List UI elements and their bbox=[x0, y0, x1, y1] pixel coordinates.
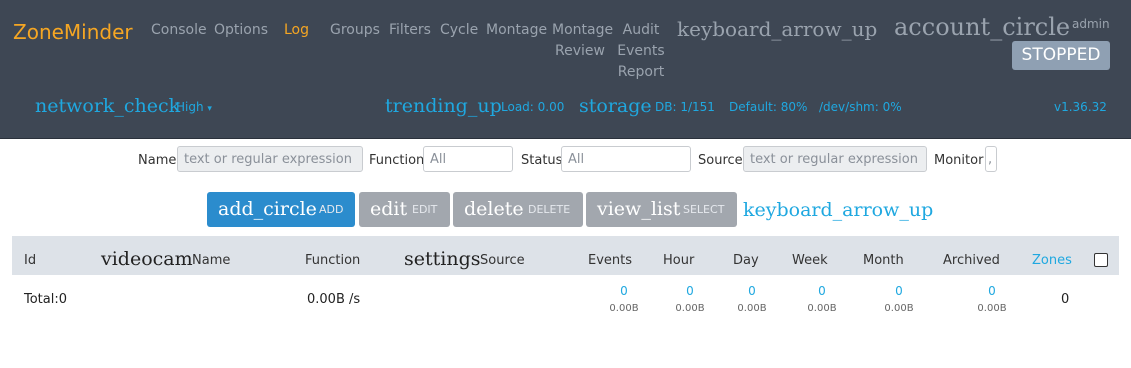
network-check-icon[interactable]: network_check bbox=[35, 95, 180, 117]
nav-audit-line2: Events bbox=[617, 43, 665, 59]
load-value: Load: 0.00 bbox=[501, 100, 565, 114]
user-name[interactable]: admin bbox=[1072, 17, 1110, 31]
settings-icon: settings bbox=[404, 248, 481, 270]
total-hour-size: 0.00B bbox=[675, 303, 705, 314]
total-archived-count[interactable]: 0 bbox=[972, 284, 1012, 298]
function-filter-label: Function bbox=[369, 153, 425, 168]
total-week-count[interactable]: 0 bbox=[802, 284, 842, 298]
total-month-count[interactable]: 0 bbox=[879, 284, 919, 298]
nav-console[interactable]: Console bbox=[151, 22, 207, 38]
col-hour[interactable]: Hour bbox=[663, 253, 694, 268]
total-label: Total:0 bbox=[24, 292, 68, 307]
run-state-button[interactable]: STOPPED bbox=[1012, 41, 1110, 70]
add-circle-icon: add_circle bbox=[218, 198, 317, 220]
add-button-label: ADD bbox=[319, 203, 344, 216]
total-events-count[interactable]: 0 bbox=[604, 284, 644, 298]
nav-audit-line3: Report bbox=[617, 64, 665, 80]
name-filter-label: Name bbox=[138, 153, 177, 168]
total-month-size: 0.00B bbox=[884, 303, 914, 314]
trending-up-icon: trending_up bbox=[385, 95, 502, 117]
total-hour-count[interactable]: 0 bbox=[670, 284, 710, 298]
total-week-size: 0.00B bbox=[807, 303, 837, 314]
edit-icon: edit bbox=[370, 198, 408, 220]
function-filter-select[interactable]: All bbox=[423, 146, 513, 172]
nav-cycle[interactable]: Cycle bbox=[440, 22, 478, 38]
total-zones: 0 bbox=[1061, 292, 1070, 307]
bandwidth-value: High bbox=[176, 100, 204, 114]
add-button[interactable]: add_circle ADD bbox=[207, 192, 355, 227]
delete-button[interactable]: delete DELETE bbox=[453, 192, 583, 227]
caret-down-icon: ▾ bbox=[207, 104, 212, 114]
nav-log[interactable]: Log bbox=[284, 22, 309, 38]
source-filter-input[interactable]: text or regular expression bbox=[743, 146, 927, 172]
nav-montage-review-line1: Montage bbox=[552, 22, 614, 38]
nav-filters[interactable]: Filters bbox=[389, 22, 431, 38]
total-function-bandwidth: 0.00B /s bbox=[307, 292, 361, 307]
status-filter-select[interactable]: All bbox=[561, 146, 691, 172]
keyboard-arrow-up-icon[interactable]: keyboard_arrow_up bbox=[677, 17, 877, 41]
col-day[interactable]: Day bbox=[733, 253, 759, 268]
col-month[interactable]: Month bbox=[863, 253, 904, 268]
brand-logo[interactable]: ZoneMinder bbox=[13, 20, 133, 44]
total-archived-size: 0.00B bbox=[977, 303, 1007, 314]
col-name[interactable]: Name bbox=[192, 253, 230, 268]
col-archived[interactable]: Archived bbox=[943, 253, 1000, 268]
col-function[interactable]: Function bbox=[305, 253, 360, 268]
select-button[interactable]: view_list SELECT bbox=[586, 192, 737, 227]
total-day-count[interactable]: 0 bbox=[732, 284, 772, 298]
col-zones[interactable]: Zones bbox=[1032, 253, 1072, 268]
nav-audit-events-report[interactable]: Audit Events Report bbox=[617, 20, 665, 83]
source-filter-label: Source bbox=[698, 153, 743, 168]
col-source[interactable]: Source bbox=[480, 253, 525, 268]
account-circle-icon[interactable]: account_circle bbox=[894, 13, 1070, 41]
monitor-filter-select[interactable]: , bbox=[985, 146, 997, 172]
db-value: DB: 1/151 bbox=[655, 100, 715, 114]
default-storage-value[interactable]: Default: 80% bbox=[729, 100, 807, 114]
nav-montage-review[interactable]: Montage Review bbox=[552, 20, 614, 62]
select-all-checkbox[interactable] bbox=[1094, 253, 1108, 267]
status-filter-label: Status bbox=[521, 153, 563, 168]
nav-options[interactable]: Options bbox=[214, 22, 268, 38]
col-id[interactable]: Id bbox=[24, 253, 36, 268]
delete-button-label: DELETE bbox=[528, 203, 571, 216]
nav-groups[interactable]: Groups bbox=[330, 22, 380, 38]
total-day-size: 0.00B bbox=[737, 303, 767, 314]
name-filter-input[interactable]: text or regular expression bbox=[177, 146, 363, 172]
col-events[interactable]: Events bbox=[588, 253, 632, 268]
videocam-icon: videocam bbox=[101, 248, 193, 270]
shm-value: /dev/shm: 0% bbox=[819, 100, 902, 114]
nav-audit-line1: Audit bbox=[622, 22, 660, 38]
col-week[interactable]: Week bbox=[792, 253, 828, 268]
delete-icon: delete bbox=[464, 198, 524, 220]
bandwidth-dropdown[interactable]: High ▾ bbox=[176, 100, 212, 114]
toolbar-collapse-icon[interactable]: keyboard_arrow_up bbox=[743, 199, 933, 221]
monitor-filter-label: Monitor bbox=[934, 153, 984, 168]
edit-button[interactable]: edit EDIT bbox=[359, 192, 450, 227]
total-events-size: 0.00B bbox=[609, 303, 639, 314]
select-button-label: SELECT bbox=[683, 203, 725, 216]
view-list-icon: view_list bbox=[597, 198, 681, 220]
nav-montage[interactable]: Montage bbox=[486, 22, 547, 38]
edit-button-label: EDIT bbox=[412, 203, 438, 216]
version-label[interactable]: v1.36.32 bbox=[1054, 100, 1107, 114]
storage-icon: storage bbox=[579, 95, 652, 117]
nav-montage-review-line2: Review bbox=[555, 43, 605, 59]
